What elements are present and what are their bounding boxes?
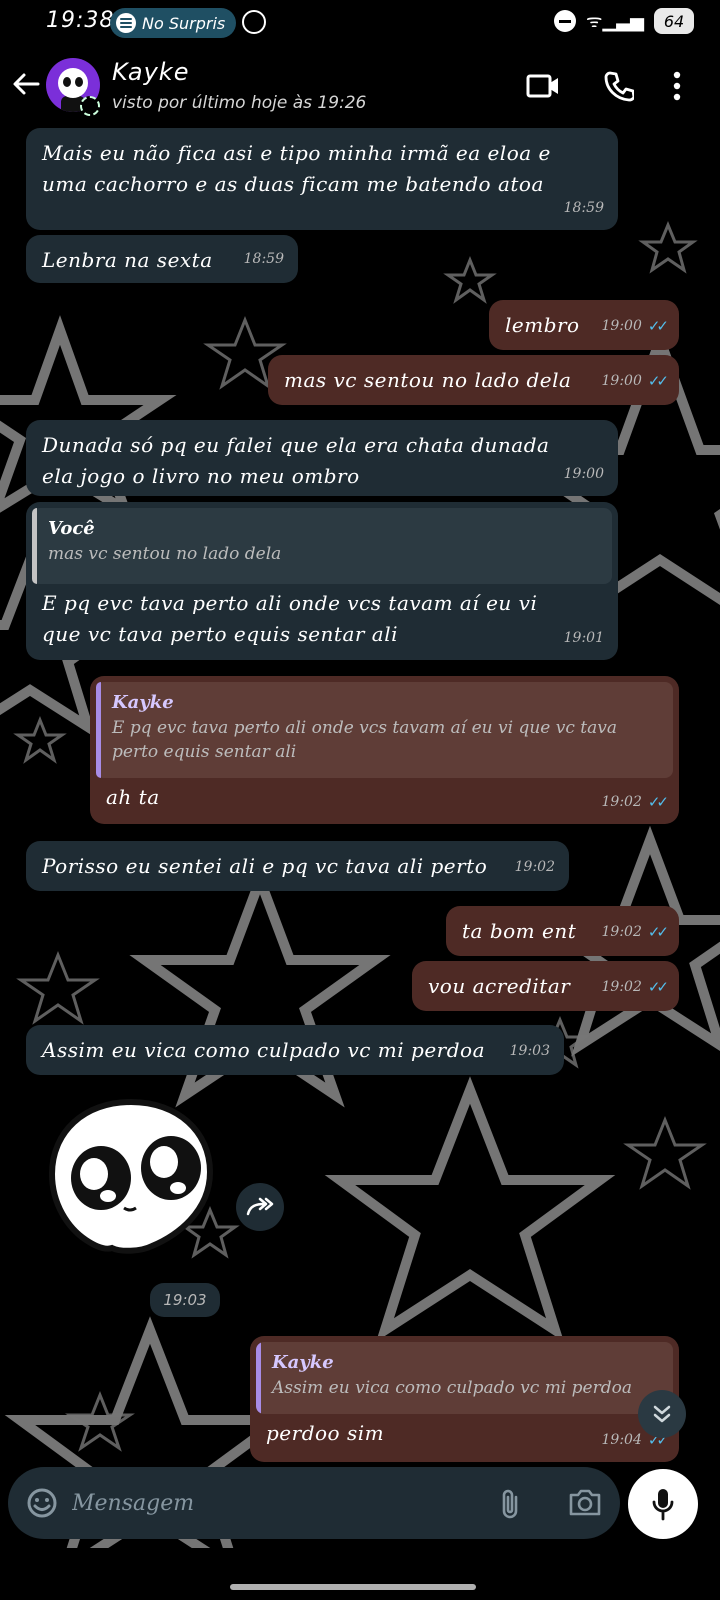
double-chevron-down-icon: [653, 1405, 671, 1423]
forward-icon: [246, 1197, 274, 1216]
message-bubble-with-reply[interactable]: Kayke Assim eu vica como culpado vc mi p…: [250, 1336, 679, 1462]
message-bubble[interactable]: ta bom ent 19:02 ✓✓: [446, 906, 679, 956]
forward-button[interactable]: [236, 1183, 284, 1231]
quoted-reply-author: Kayke: [112, 692, 174, 713]
more-vert-icon[interactable]: [672, 70, 682, 102]
message-time: 18:59: [243, 251, 284, 267]
video-call-icon[interactable]: [526, 72, 560, 100]
battery-indicator: 64: [654, 8, 694, 34]
spotify-track-text: No Surpris: [142, 13, 226, 33]
status-right-group: ᯤ▁▃▅ 64: [554, 8, 694, 34]
paperclip-icon[interactable]: [498, 1487, 522, 1521]
read-ticks-icon: ✓✓: [647, 978, 669, 996]
scroll-to-bottom-button[interactable]: [638, 1390, 686, 1438]
read-ticks-icon: ✓✓: [647, 317, 669, 335]
message-text: Porisso eu sentei ali e pq vc tava ali p…: [42, 854, 488, 878]
quoted-reply-text: mas vc sentou no lado dela: [48, 544, 282, 564]
message-time: 19:02: [514, 859, 555, 875]
message-input[interactable]: [72, 1481, 472, 1525]
message-meta: 19:02 ✓✓: [601, 917, 670, 948]
contact-name[interactable]: Kayke: [112, 58, 189, 86]
message-time: 19:02: [601, 979, 642, 995]
message-bubble[interactable]: Mais eu não fica asi e tipo minha irmã e…: [26, 128, 618, 230]
message-time: 19:03: [150, 1283, 220, 1317]
crying-ghost-sticker[interactable]: [46, 1096, 216, 1256]
spotify-notification-pill[interactable]: No Surpris: [110, 8, 236, 38]
message-time: 19:04: [601, 1432, 642, 1448]
message-text: Dunada só pq eu falei que ela era chata …: [42, 433, 550, 488]
gesture-handle[interactable]: [230, 1584, 476, 1590]
quoted-reply-author: Você: [48, 518, 95, 539]
quoted-reply[interactable]: Você mas vc sentou no lado dela: [32, 508, 612, 584]
message-text: ah ta: [106, 785, 160, 809]
read-ticks-icon: ✓✓: [647, 793, 669, 811]
arrow-left-icon[interactable]: [10, 68, 42, 100]
status-bar: 19:38 No Surpris ᯤ▁▃▅ 64: [0, 0, 720, 46]
quoted-reply-text: E pq evc tava perto ali onde vcs tavam a…: [112, 718, 618, 762]
message-text: Mais eu não fica asi e tipo minha irmã e…: [42, 141, 551, 196]
message-list[interactable]: Mais eu não fica asi e tipo minha irmã e…: [0, 128, 720, 1498]
quoted-reply[interactable]: Kayke E pq evc tava perto ali onde vcs t…: [96, 682, 673, 778]
phone-icon[interactable]: [604, 70, 634, 102]
message-meta: 19:00 ✓✓: [601, 366, 670, 397]
message-time: 19:00: [563, 466, 604, 482]
quoted-reply[interactable]: Kayke Assim eu vica como culpado vc mi p…: [256, 1342, 673, 1414]
message-text: Assim eu vica como culpado vc mi perdoa: [42, 1038, 485, 1062]
message-bubble[interactable]: Dunada só pq eu falei que ela era chata …: [26, 420, 618, 496]
message-bubble[interactable]: Lenbra na sexta 18:59: [26, 235, 298, 283]
disappearing-timer-icon: [80, 96, 100, 116]
last-seen-status[interactable]: visto por último hoje às 19:26: [112, 93, 366, 113]
spotify-icon: [116, 13, 136, 33]
message-bubble[interactable]: Assim eu vica como culpado vc mi perdoa …: [26, 1025, 564, 1075]
message-bubble[interactable]: Porisso eu sentei ali e pq vc tava ali p…: [26, 841, 569, 891]
message-meta: 19:02 ✓✓: [601, 972, 670, 1003]
do-not-disturb-icon: [554, 10, 577, 32]
mic-icon: [652, 1489, 674, 1521]
message-time: 19:00: [601, 373, 642, 389]
message-meta: 19:02 ✓✓: [601, 787, 670, 818]
message-time: 19:02: [601, 794, 642, 810]
message-meta: 19:00 ✓✓: [601, 311, 670, 342]
message-time: 18:59: [563, 200, 604, 216]
whatsapp-notification-icon: [242, 10, 266, 34]
message-time: 19:03: [509, 1043, 550, 1059]
read-ticks-icon: ✓✓: [647, 372, 669, 390]
status-time: 19:38: [46, 8, 115, 33]
voice-record-button[interactable]: [628, 1469, 698, 1539]
message-bubble-with-reply[interactable]: Kayke E pq evc tava perto ali onde vcs t…: [90, 676, 679, 824]
wifi-signal-icon: ᯤ▁▃▅: [586, 11, 644, 32]
chat-header: Kayke visto por último hoje às 19:26: [0, 46, 720, 128]
message-time: 19:02: [601, 924, 642, 940]
message-bubble[interactable]: lembro 19:00 ✓✓: [489, 300, 679, 350]
message-bubble[interactable]: vou acreditar 19:02 ✓✓: [412, 961, 679, 1011]
quoted-reply-author: Kayke: [272, 1352, 334, 1373]
quoted-reply-text: Assim eu vica como culpado vc mi perdoa: [272, 1378, 632, 1398]
message-bubble[interactable]: mas vc sentou no lado dela 19:00 ✓✓: [268, 355, 679, 405]
message-time: 19:00: [601, 318, 642, 334]
emoji-icon[interactable]: [26, 1487, 58, 1519]
message-text: E pq evc tava perto ali onde vcs tavam a…: [42, 591, 538, 646]
system-nav-bar: [0, 1548, 720, 1600]
camera-icon[interactable]: [568, 1487, 602, 1517]
message-time: 19:01: [563, 630, 604, 646]
message-bubble-with-reply[interactable]: Você mas vc sentou no lado dela E pq evc…: [26, 502, 618, 660]
message-composer: [8, 1467, 620, 1539]
read-ticks-icon: ✓✓: [647, 923, 669, 941]
